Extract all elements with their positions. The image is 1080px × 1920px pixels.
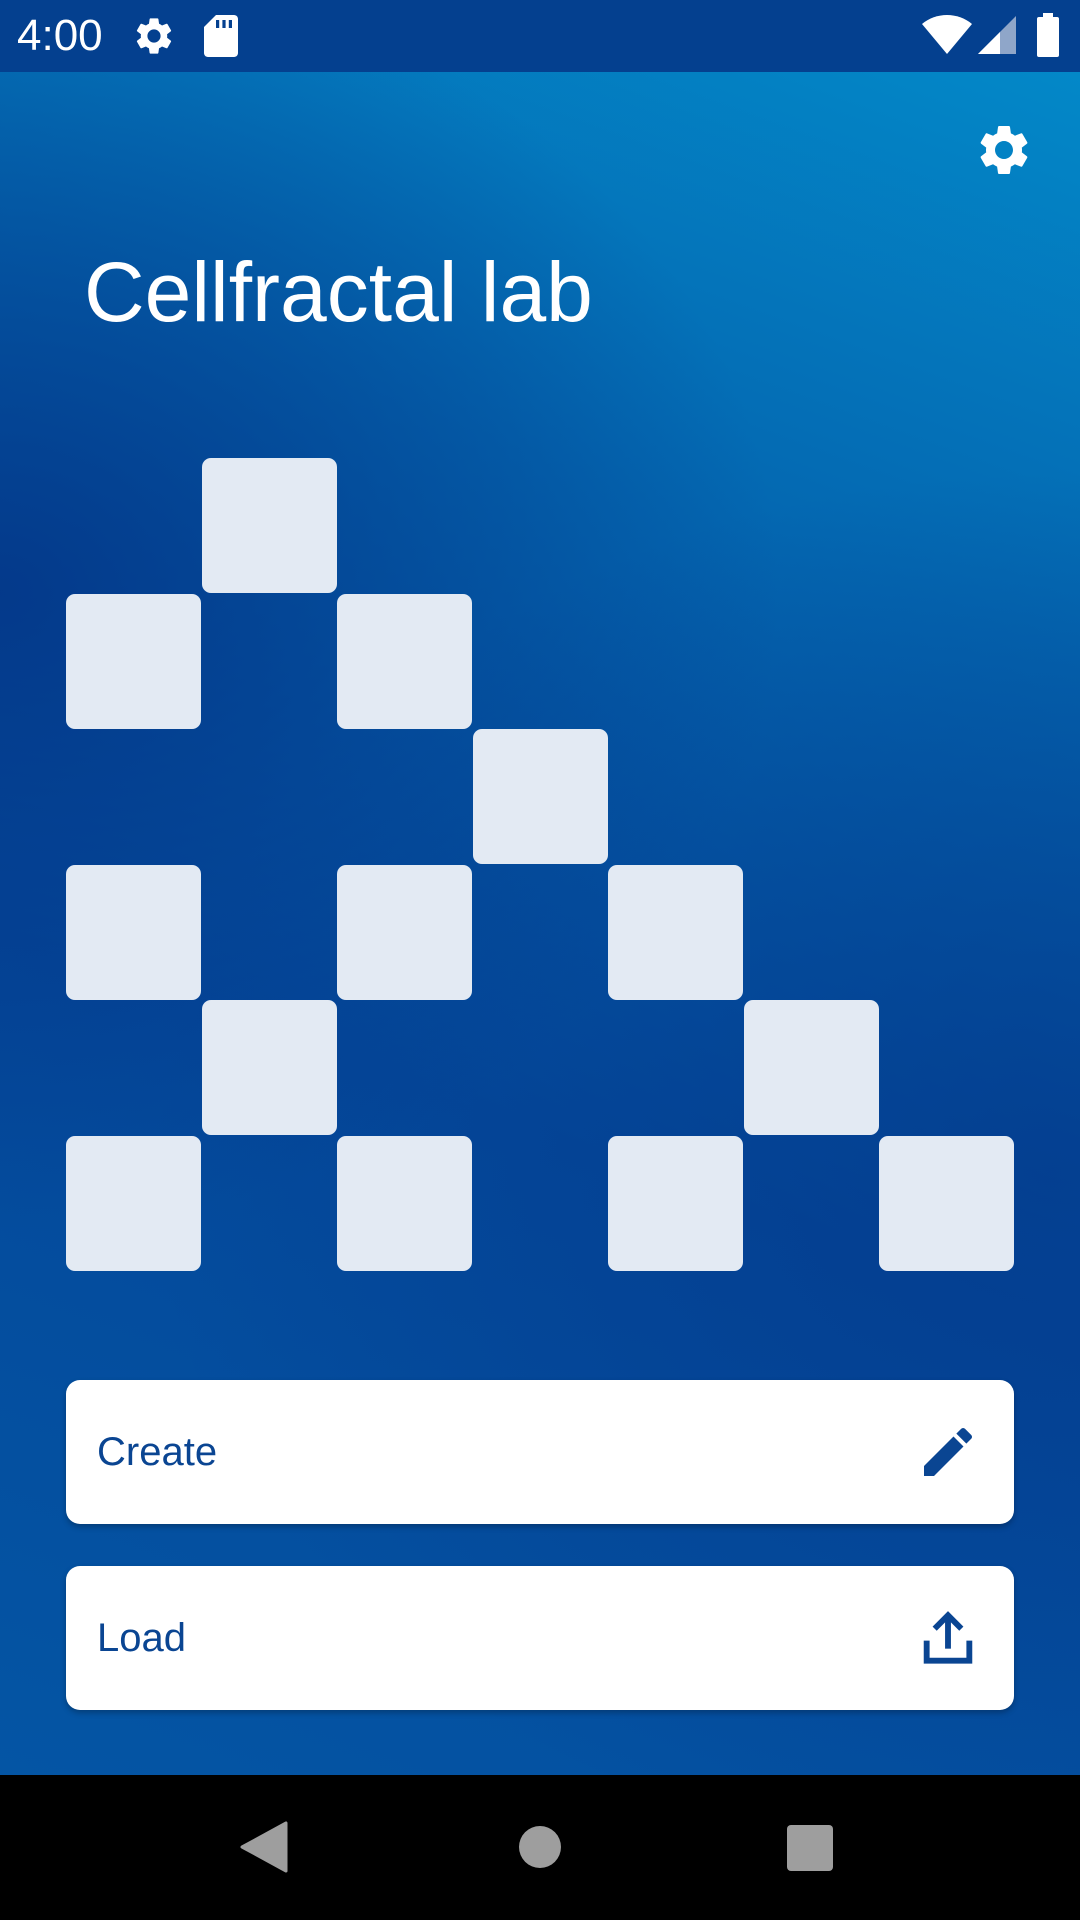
fractal-cell — [66, 865, 201, 1000]
status-bar: 4:00 — [0, 0, 1080, 72]
upload-icon — [923, 1611, 973, 1664]
app-title: Cellfractal lab — [84, 245, 593, 339]
fractal-cell — [744, 1000, 879, 1135]
navigation-bar — [0, 1775, 1080, 1920]
fractal-cell — [202, 1000, 337, 1135]
create-button[interactable]: Create — [66, 1380, 1014, 1524]
home-icon[interactable] — [518, 1825, 562, 1869]
gear-icon — [980, 125, 1028, 174]
home-screen: Cellfractal lab Create Load — [0, 72, 1080, 1775]
status-time: 4:00 — [17, 11, 103, 60]
wifi-icon — [922, 15, 972, 54]
battery-icon — [1037, 13, 1059, 57]
load-button-label: Load — [97, 1616, 186, 1660]
fractal-cell — [66, 594, 201, 729]
recents-icon[interactable] — [787, 1825, 833, 1871]
load-button[interactable]: Load — [66, 1566, 1014, 1710]
fractal-pattern — [66, 458, 1014, 1271]
fractal-cell — [337, 1136, 472, 1271]
sd-card-icon — [204, 15, 238, 57]
signal-icon — [978, 16, 1016, 54]
fractal-cell — [473, 729, 608, 864]
pencil-icon — [924, 1427, 973, 1476]
fractal-cell — [202, 458, 337, 593]
fractal-cell — [66, 1136, 201, 1271]
fractal-cell — [879, 1136, 1014, 1271]
fractal-cell — [337, 594, 472, 729]
fractal-cell — [608, 1136, 743, 1271]
fractal-cell — [608, 865, 743, 1000]
create-button-label: Create — [97, 1430, 218, 1474]
back-icon[interactable] — [240, 1821, 292, 1873]
app-screen: 4:00 Cellfractal lab Create Load — [0, 0, 1080, 1920]
fractal-cell — [337, 865, 472, 1000]
settings-button[interactable] — [968, 114, 1040, 186]
settings-icon — [136, 18, 172, 54]
